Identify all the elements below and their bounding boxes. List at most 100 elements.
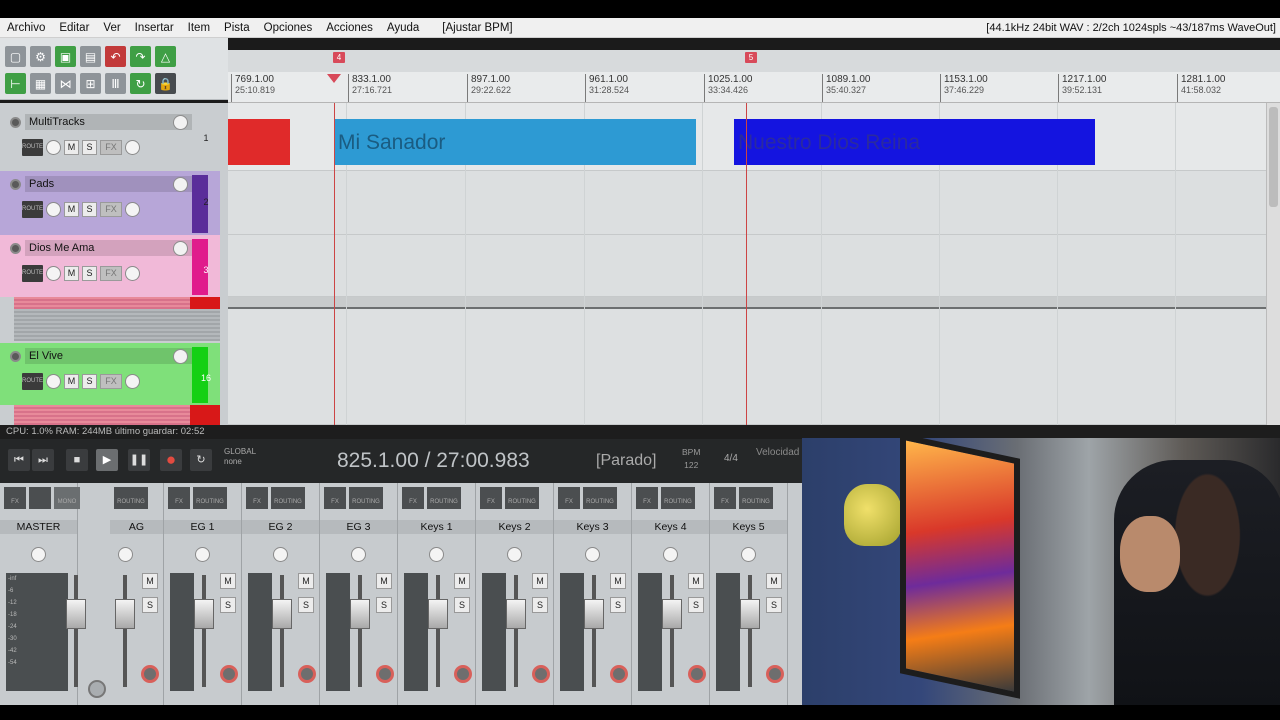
strip-mute-button[interactable]: M (532, 573, 548, 589)
track-dios-me-ama[interactable]: Dios Me Ama ROUTE M S FX 3 (0, 235, 220, 297)
strip-pan-knob[interactable] (195, 547, 210, 562)
record-arm-icon[interactable] (10, 178, 21, 190)
grid-icon[interactable]: ▦ (30, 73, 51, 94)
menu-ajustar-bpm[interactable]: [Ajustar BPM] (426, 18, 519, 38)
mute-button[interactable]: M (64, 140, 79, 155)
vertical-scrollbar[interactable] (1266, 103, 1280, 425)
strip-fader[interactable] (428, 599, 448, 629)
record-arm-icon[interactable] (10, 242, 21, 254)
mono-button[interactable]: MONO (54, 487, 80, 509)
strip-pan-knob[interactable] (429, 547, 444, 562)
strip-routing-button[interactable]: ROUTING (739, 487, 773, 509)
strip-solo-button[interactable]: S (610, 597, 626, 613)
strip-pan-knob[interactable] (31, 547, 46, 562)
strip-solo-button[interactable]: S (376, 597, 392, 613)
loop-toggle-icon[interactable]: ↻ (190, 449, 212, 471)
save-project-icon[interactable]: ▣ (55, 46, 76, 67)
track-volume-knob[interactable] (173, 241, 188, 256)
strip-pan-knob[interactable] (741, 547, 756, 562)
arrange-view[interactable]: Mi Sanador Nuestro Dios Reina (228, 103, 1266, 425)
strip-solo-button[interactable]: S (688, 597, 704, 613)
strip-routing-button[interactable]: ROUTING (114, 487, 148, 509)
strip-solo-button[interactable]: S (532, 597, 548, 613)
track-lane[interactable] (228, 309, 1266, 425)
strip-fader[interactable] (115, 599, 135, 629)
menu-pista[interactable]: Pista (217, 18, 257, 38)
strip-record-arm-icon[interactable] (766, 665, 784, 683)
media-item-mi-sanador[interactable]: Mi Sanador (334, 119, 696, 165)
metronome-icon[interactable]: △ (155, 46, 176, 67)
solo-button[interactable]: S (82, 266, 97, 281)
strip-fader[interactable] (662, 599, 682, 629)
strip-mute-button[interactable]: M (454, 573, 470, 589)
mute-button[interactable]: M (64, 374, 79, 389)
phase-icon[interactable] (125, 202, 140, 217)
mixer-strip-eg2[interactable]: FXROUTING EG 2 M S 26 (242, 483, 320, 720)
phase-icon[interactable] (125, 374, 140, 389)
solo-button[interactable]: S (82, 374, 97, 389)
new-project-icon[interactable]: ▢ (5, 46, 26, 67)
mute-button[interactable]: M (64, 266, 79, 281)
strip-fx-button[interactable]: FX (246, 487, 268, 509)
menu-opciones[interactable]: Opciones (257, 18, 320, 38)
strip-pan-knob[interactable] (507, 547, 522, 562)
strip-record-arm-icon[interactable] (298, 665, 316, 683)
strip-solo-button[interactable]: S (298, 597, 314, 613)
strip-mute-button[interactable]: M (766, 573, 782, 589)
strip-solo-button[interactable]: S (142, 597, 158, 613)
mixer-strip-keys1[interactable]: FXROUTING Keys 1 M S 28 (398, 483, 476, 720)
phase-icon[interactable] (125, 266, 140, 281)
strip-record-arm-icon[interactable] (610, 665, 628, 683)
mixer-strip-keys3[interactable]: FXROUTING Keys 3 M S 30 (554, 483, 632, 720)
lock-icon[interactable]: 🔒 (155, 73, 176, 94)
menu-editar[interactable]: Editar (52, 18, 96, 38)
strip-name[interactable]: EG 3 (320, 520, 397, 534)
project-settings-icon[interactable]: ▤ (80, 46, 101, 67)
menu-item[interactable]: Item (181, 18, 217, 38)
strip-mute-button[interactable]: M (298, 573, 314, 589)
route-button[interactable]: ROUTE (22, 373, 43, 390)
folder-lane[interactable] (228, 297, 1266, 309)
strip-name[interactable]: EG 2 (242, 520, 319, 534)
menu-acciones[interactable]: Acciones (319, 18, 380, 38)
strip-name[interactable]: AG (110, 520, 163, 534)
loop-icon[interactable]: ↻ (130, 73, 151, 94)
strip-fx-bypass-button[interactable] (29, 487, 51, 509)
mixer-strip-master[interactable]: FX MONO MASTER -inf -6 -12 -18 -24 -30 -… (0, 483, 106, 720)
undo-icon[interactable]: ↶ (105, 46, 126, 67)
strip-fx-button[interactable]: FX (636, 487, 658, 509)
auto-crossfade-icon[interactable]: Ⅲ (105, 73, 126, 94)
strip-solo-button[interactable]: S (454, 597, 470, 613)
mixer-strip-keys2[interactable]: FXROUTING Keys 2 M S 29 (476, 483, 554, 720)
route-button[interactable]: ROUTE (22, 139, 43, 156)
track-pan-knob[interactable] (46, 374, 61, 389)
media-item-red[interactable] (228, 119, 290, 165)
fx-button[interactable]: FX (100, 140, 122, 155)
track-name[interactable]: El Vive (25, 348, 192, 364)
global-automation[interactable]: GLOBAL none (224, 447, 256, 467)
strip-fx-button[interactable]: FX (714, 487, 736, 509)
fx-button[interactable]: FX (100, 266, 122, 281)
pause-icon[interactable]: ❚❚ (128, 449, 150, 471)
strip-routing-button[interactable]: ROUTING (349, 487, 383, 509)
phase-icon[interactable] (125, 140, 140, 155)
strip-name[interactable]: Keys 2 (476, 520, 553, 534)
media-item-nuestro-dios-reina[interactable]: Nuestro Dios Reina (734, 119, 1095, 165)
route-button[interactable]: ROUTE (22, 265, 43, 282)
ripple-edit-icon[interactable]: ⋈ (55, 73, 76, 94)
strip-mute-button[interactable]: M (688, 573, 704, 589)
mixer-strip-eg1[interactable]: FXROUTING EG 1 M S 25 (164, 483, 242, 720)
strip-fader[interactable] (350, 599, 370, 629)
track-pads[interactable]: Pads ROUTE M S FX 2 (0, 171, 220, 235)
snap-icon[interactable]: ⊢ (5, 73, 26, 94)
strip-fx-button[interactable]: FX (402, 487, 424, 509)
strip-routing-button[interactable]: ROUTING (271, 487, 305, 509)
solo-button[interactable]: S (82, 140, 97, 155)
track-pan-knob[interactable] (46, 266, 61, 281)
strip-routing-button[interactable]: ROUTING (505, 487, 539, 509)
route-button[interactable]: ROUTE (22, 201, 43, 218)
strip-routing-button[interactable]: ROUTING (583, 487, 617, 509)
mixer-strip-ag[interactable]: ROUTING AG M S 24 (110, 483, 164, 720)
time-signature[interactable]: 4/4 (724, 453, 738, 464)
strip-fader[interactable] (584, 599, 604, 629)
